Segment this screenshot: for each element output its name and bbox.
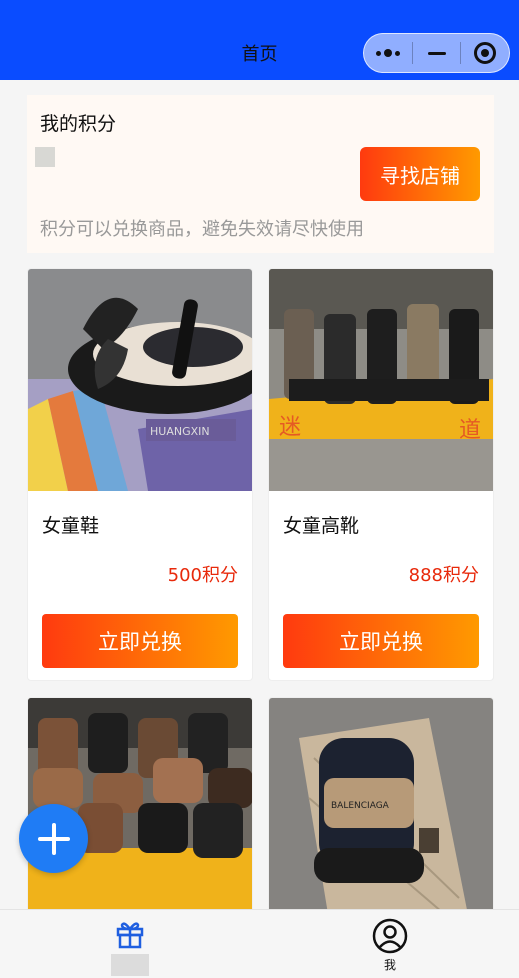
tab-me[interactable]: 我 xyxy=(360,918,420,976)
product-card[interactable]: 迷 道 女童高靴 888积分 立即兑换 xyxy=(268,268,494,681)
svg-text:BALENCIAGA: BALENCIAGA xyxy=(331,801,390,811)
target-circle-icon xyxy=(474,42,497,64)
tab-rewards[interactable] xyxy=(100,918,160,976)
gift-icon xyxy=(116,922,144,949)
navigation-bar: 首页 xyxy=(0,0,519,80)
points-tip: 积分可以兑换商品，避免失效请尽快使用 xyxy=(40,219,364,240)
redeem-button[interactable]: 立即兑换 xyxy=(42,614,238,668)
tab-bar: 我 xyxy=(0,909,519,978)
points-title: 我的积分 xyxy=(40,113,117,135)
add-button[interactable] xyxy=(19,804,88,873)
mini-program-capsule xyxy=(363,33,510,73)
user-icon xyxy=(372,918,408,954)
more-dots-icon xyxy=(375,49,400,57)
product-card[interactable]: BALENCIAGA xyxy=(268,697,494,917)
product-name: 女童鞋 xyxy=(42,515,100,537)
product-image[interactable]: HUANGXIN xyxy=(28,269,252,491)
svg-text:道: 道 xyxy=(459,418,481,443)
tab-rewards-label xyxy=(111,954,149,976)
page: 首页 我的积分 寻找店铺 积分可以兑换商品，避免失效请尽快使用 HUANGXIN… xyxy=(0,0,519,978)
product-price: 500积分 xyxy=(167,565,238,586)
product-price: 888积分 xyxy=(408,565,479,586)
product-image[interactable]: BALENCIAGA xyxy=(269,698,493,916)
find-store-button[interactable]: 寻找店铺 xyxy=(360,147,480,201)
product-name: 女童高靴 xyxy=(283,515,360,537)
more-button[interactable] xyxy=(364,34,412,72)
redeem-button[interactable]: 立即兑换 xyxy=(283,614,479,668)
svg-text:迷: 迷 xyxy=(279,415,301,440)
plus-icon xyxy=(37,822,70,855)
points-value-image xyxy=(35,147,55,167)
product-image[interactable]: 迷 道 xyxy=(269,269,493,491)
svg-text:HUANGXIN: HUANGXIN xyxy=(150,425,210,438)
close-button[interactable] xyxy=(461,34,509,72)
product-card[interactable]: HUANGXIN 女童鞋 500积分 立即兑换 xyxy=(27,268,253,681)
minus-icon xyxy=(427,51,446,55)
minimize-button[interactable] xyxy=(413,34,461,72)
points-card: 我的积分 寻找店铺 积分可以兑换商品，避免失效请尽快使用 xyxy=(27,95,494,253)
tab-me-label: 我 xyxy=(383,958,396,972)
